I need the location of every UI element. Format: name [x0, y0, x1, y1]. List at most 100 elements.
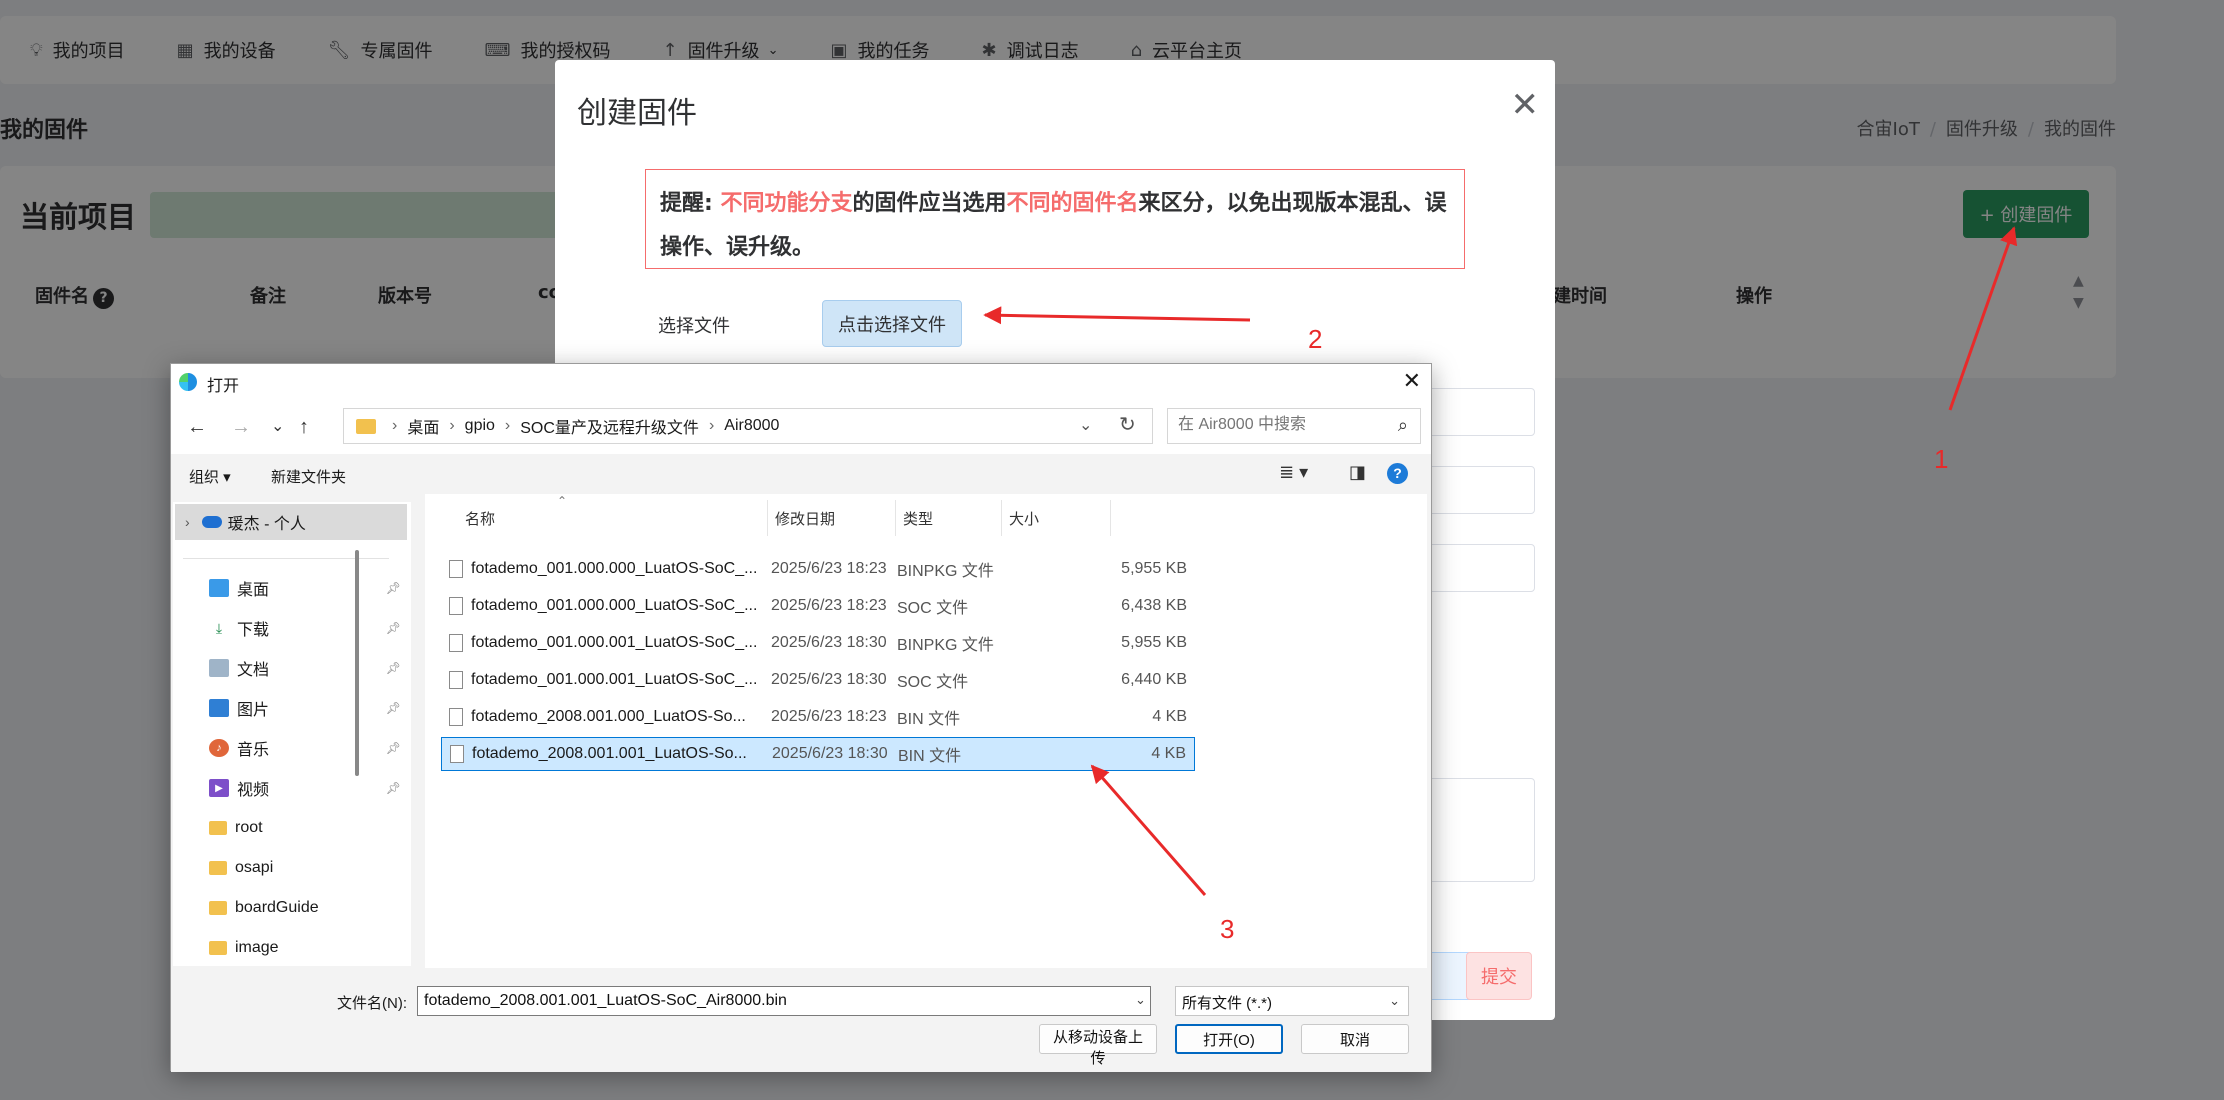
nav-item-desktop[interactable]: 桌面 📌︎: [209, 568, 405, 608]
nav-item-music[interactable]: ♪ 音乐 📌︎: [209, 728, 405, 768]
form-field[interactable]: [1415, 388, 1535, 436]
dialog-toolbar: 组织 ▾ 新建文件夹 ≣ ▾ ◨ ?: [171, 454, 1431, 494]
col-header-name[interactable]: 名称: [465, 508, 495, 529]
nav-item-folder-boardguide[interactable]: boardGuide: [209, 888, 405, 928]
filename-input[interactable]: [417, 986, 1151, 1016]
file-date: 2025/6/23 18:23: [771, 708, 887, 725]
pin-icon[interactable]: 📌︎: [386, 621, 401, 635]
file-type: BIN 文件: [897, 711, 961, 728]
sort-ascending-icon: ⌃: [557, 494, 568, 508]
path-segment[interactable]: 桌面: [407, 414, 439, 438]
file-size: 6,440 KB: [1121, 671, 1187, 688]
address-bar[interactable]: › 桌面 › gpio › SOC量产及远程升级文件 › Air8000: [343, 408, 1153, 444]
file-row[interactable]: fotademo_2008.001.000_LuatOS-So... 2025/6…: [441, 700, 1195, 734]
pin-icon[interactable]: 📌︎: [386, 781, 401, 795]
back-icon[interactable]: ←: [187, 416, 207, 439]
chevron-right-icon: ›: [449, 417, 455, 434]
nav-item-onedrive[interactable]: › 瑗杰 - 个人: [175, 504, 407, 540]
select-file-label: 选择文件: [658, 316, 730, 337]
file-row[interactable]: fotademo_001.000.000_LuatOS-SoC_... 2025/…: [441, 589, 1195, 623]
recent-chevron-icon[interactable]: ⌄: [271, 416, 284, 436]
nav-item-folder-root[interactable]: root: [209, 808, 405, 848]
view-options-icon[interactable]: ≣ ▾: [1279, 462, 1308, 483]
nav-item-label: root: [235, 819, 263, 836]
upload-from-device-button[interactable]: 从移动设备上传: [1039, 1024, 1157, 1067]
filetype-select[interactable]: 所有文件 (*.*) ⌄: [1175, 986, 1409, 1016]
file-type: SOC 文件: [897, 600, 969, 617]
nav-item-pictures[interactable]: 图片 📌︎: [209, 688, 405, 728]
pick-file-button[interactable]: 点击选择文件: [822, 300, 962, 347]
chevron-right-icon[interactable]: ›: [185, 514, 190, 530]
path-segment[interactable]: SOC量产及远程升级文件: [520, 414, 699, 438]
chevron-right-icon: ›: [392, 417, 398, 434]
navigation-pane: › 瑗杰 - 个人 桌面 📌︎ ⤓ 下载 📌︎ 文档 📌︎ 图片 📌︎ ♪ 音乐 📌︎ ▶ 视频…: [173, 502, 411, 966]
help-button[interactable]: ?: [1387, 462, 1408, 484]
remark-textarea[interactable]: [1415, 778, 1535, 882]
nav-item-label: 瑗杰 - 个人: [227, 516, 306, 533]
col-header-date[interactable]: 修改日期: [775, 508, 835, 529]
annotation-number-1: 1: [1934, 444, 1949, 474]
search-box[interactable]: ⌕: [1167, 408, 1421, 444]
search-input[interactable]: [1176, 409, 1376, 441]
col-header-type[interactable]: 类型: [903, 508, 933, 529]
edge-icon: [179, 373, 197, 391]
nav-item-videos[interactable]: ▶ 视频 📌︎: [209, 768, 405, 808]
organize-menu[interactable]: 组织 ▾: [189, 466, 231, 487]
filename-label: 文件名(N):: [337, 995, 407, 1012]
file-size: 5,955 KB: [1121, 634, 1187, 651]
close-icon[interactable]: ✕: [1403, 368, 1421, 394]
file-size: 4 KB: [1151, 745, 1186, 762]
refresh-icon[interactable]: ↻: [1119, 412, 1136, 437]
pin-icon[interactable]: 📌︎: [386, 581, 401, 595]
pin-icon[interactable]: 📌︎: [386, 661, 401, 675]
up-icon[interactable]: ↑: [299, 416, 309, 439]
annotation-number-3: 3: [1220, 914, 1235, 944]
music-icon: ♪: [209, 739, 229, 757]
cancel-button[interactable]: 取消: [1301, 1024, 1409, 1054]
video-icon: ▶: [209, 779, 229, 797]
dialog-titlebar: 打开 ✕: [171, 364, 1431, 398]
column-divider[interactable]: [895, 500, 896, 536]
file-row-selected[interactable]: fotademo_2008.001.001_LuatOS-So... 2025/6…: [441, 737, 1195, 771]
file-name: fotademo_001.000.001_LuatOS-SoC_...: [471, 671, 758, 688]
file-name: fotademo_2008.001.001_LuatOS-So...: [472, 745, 747, 762]
form-field[interactable]: [1415, 544, 1535, 592]
file-icon: [449, 560, 463, 578]
nav-item-folder-osapi[interactable]: osapi: [209, 848, 405, 888]
column-divider[interactable]: [767, 500, 768, 536]
file-row[interactable]: fotademo_001.000.001_LuatOS-SoC_... 2025/…: [441, 663, 1195, 697]
nav-item-documents[interactable]: 文档 📌︎: [209, 648, 405, 688]
form-field[interactable]: [1415, 466, 1535, 514]
dialog-title: 打开: [207, 378, 240, 395]
file-row[interactable]: fotademo_001.000.001_LuatOS-SoC_... 2025/…: [441, 626, 1195, 660]
col-header-size[interactable]: 大小: [1009, 508, 1039, 529]
cloud-icon: [201, 516, 222, 528]
nav-item-label: image: [235, 939, 279, 956]
file-row[interactable]: fotademo_001.000.000_LuatOS-SoC_... 2025/…: [441, 552, 1195, 586]
nav-item-folder-image[interactable]: image: [209, 928, 405, 966]
path-segment[interactable]: Air8000: [724, 417, 779, 435]
chevron-down-icon: ⌄: [1389, 993, 1400, 1008]
file-date: 2025/6/23 18:30: [771, 671, 887, 688]
help-icon: ?: [1387, 463, 1408, 484]
chevron-down-icon[interactable]: ⌄: [1135, 992, 1146, 1008]
close-icon[interactable]: ✕: [1511, 88, 1540, 122]
column-divider[interactable]: [1001, 500, 1002, 536]
preview-pane-icon[interactable]: ◨: [1349, 462, 1366, 483]
pin-icon[interactable]: 📌︎: [386, 741, 401, 755]
file-icon: [450, 745, 464, 763]
path-segment[interactable]: gpio: [465, 417, 495, 435]
submit-button[interactable]: 提交: [1466, 952, 1532, 1000]
new-folder-button[interactable]: 新建文件夹: [271, 466, 346, 487]
file-type: BINPKG 文件: [897, 637, 994, 654]
column-divider[interactable]: [1110, 500, 1111, 536]
open-button[interactable]: 打开(O): [1175, 1024, 1283, 1054]
forward-icon[interactable]: →: [231, 416, 251, 439]
nav-item-label: osapi: [235, 859, 274, 876]
address-row: ← → ⌄ ↑ › 桌面 › gpio › SOC量产及远程升级文件 › Air…: [171, 398, 1431, 454]
file-size: 6,438 KB: [1121, 597, 1187, 614]
address-dropdown-icon[interactable]: ⌄: [1079, 415, 1092, 435]
pin-icon[interactable]: 📌︎: [386, 701, 401, 715]
nav-item-downloads[interactable]: ⤓ 下载 📌︎: [209, 608, 405, 648]
file-date: 2025/6/23 18:30: [771, 634, 887, 651]
